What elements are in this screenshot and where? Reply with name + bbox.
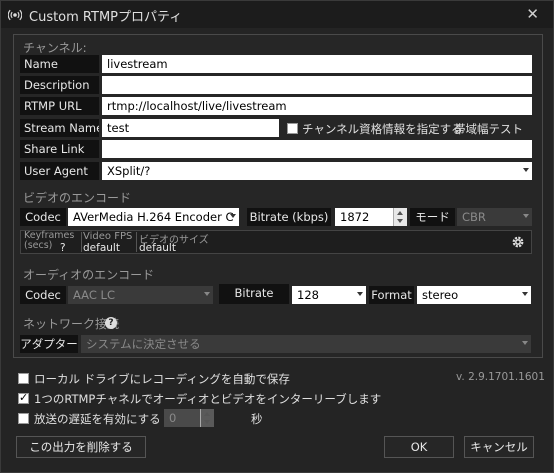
audio-format-dropdown[interactable]: stereo [417,286,531,304]
cancel-button[interactable]: キャンセル [464,436,534,458]
chevron-down-icon [204,292,210,296]
user-agent-label: User Agent [20,162,99,180]
keyframes-value: ? [60,242,66,254]
audio-section-title: オーディオのエンコード [23,268,155,282]
adapter-value: システムに決定させる [86,337,201,351]
description-input[interactable] [102,76,532,94]
name-input[interactable]: livestream [102,55,532,73]
chevron-down-icon [522,341,528,345]
keyframes-label: Keyframes (secs) [24,230,75,251]
audio-bitrate-value: 128 [297,288,319,302]
video-bitrate-value: 1872 [340,210,370,224]
interleave-label: 1つのRTMPチャネルでオーディオとビデオをインターリーブします [34,392,382,406]
specify-credentials-label: チャンネル資格情報を指定する [302,122,463,136]
channel-section-title: チャンネル: [23,41,87,55]
stream-name-label: Stream Name [20,119,99,137]
title-bar: Custom RTMPプロパティ ✕ [1,1,553,28]
audio-codec-dropdown[interactable]: AAC LC [68,286,213,304]
share-link-label: Share Link [20,140,99,158]
delay-label: 放送の遅延を有効にする [34,412,161,426]
delay-checkbox[interactable] [18,413,29,424]
stream-name-input[interactable]: test [102,119,279,137]
description-label: Description [20,76,99,94]
auto-record-checkbox[interactable] [18,373,29,384]
audio-bitrate-dropdown[interactable]: 128 [292,286,366,304]
video-codec-dropdown[interactable]: AVerMedia H.264 Encoder C [68,208,239,226]
delete-output-button[interactable]: この出力を削除する [16,436,146,458]
video-bitrate-label: Bitrate (kbps) [247,208,331,226]
auto-record-label: ローカル ドライブにレコーディングを自動で保存 [34,372,290,386]
name-label: Name [20,55,99,73]
delay-value: 0 [169,411,177,425]
video-codec-value: AVerMedia H.264 Encoder C [73,210,234,224]
video-size-value: default [139,242,176,254]
divider [136,232,137,252]
rtmp-url-input[interactable]: rtmp://localhost/live/livestream [102,97,532,115]
video-bitrate-input[interactable]: 1872 [335,208,407,226]
mode-label: モード [410,208,455,226]
specify-credentials-checkbox[interactable] [287,123,298,134]
rtmp-url-label: RTMP URL [20,97,99,115]
window-title: Custom RTMPプロパティ [29,10,183,25]
video-section-title: ビデオのエンコード [23,191,132,205]
user-agent-dropdown[interactable]: XSplit/? [102,162,532,180]
chevron-down-icon [522,292,528,296]
adapter-dropdown[interactable]: システムに決定させる [81,335,531,353]
ok-button[interactable]: OK [384,436,454,458]
chevron-down-icon [523,168,529,172]
bandwidth-test-link[interactable]: 帯域幅テスト [454,121,523,137]
adapter-label: アダプター [20,335,78,353]
chevron-down-icon [230,214,236,218]
delay-unit: 秒 [251,412,263,426]
audio-codec-value: AAC LC [73,288,115,302]
delay-input[interactable]: 0 [164,409,214,427]
video-bitrate-spinner[interactable] [393,208,407,226]
fps-value: default [83,242,120,254]
audio-format-label: Format [369,286,414,304]
share-link-input[interactable] [102,140,532,158]
user-agent-value: XSplit/? [107,164,151,178]
audio-bitrate-label: Bitrate [219,284,289,304]
mode-dropdown[interactable]: CBR [457,208,532,226]
audio-codec-label: Codec [20,286,66,304]
video-codec-label: Codec [20,208,66,226]
properties-window: Custom RTMPプロパティ ✕ チャンネル: Name livestrea… [0,0,554,473]
fps-label: Video FPS [83,231,133,242]
version-text: v. 2.9.1701.1601 [456,371,545,383]
divider [81,232,82,252]
gear-icon[interactable] [511,235,525,249]
broadcast-icon [8,9,22,21]
mode-value: CBR [462,210,486,224]
help-icon[interactable]: ? [105,317,117,329]
chevron-down-icon [523,214,529,218]
audio-format-value: stereo [422,288,459,302]
interleave-checkbox[interactable] [18,391,29,404]
chevron-down-icon [357,292,363,296]
delay-spinner[interactable] [200,409,214,427]
close-icon[interactable]: ✕ [526,5,539,23]
